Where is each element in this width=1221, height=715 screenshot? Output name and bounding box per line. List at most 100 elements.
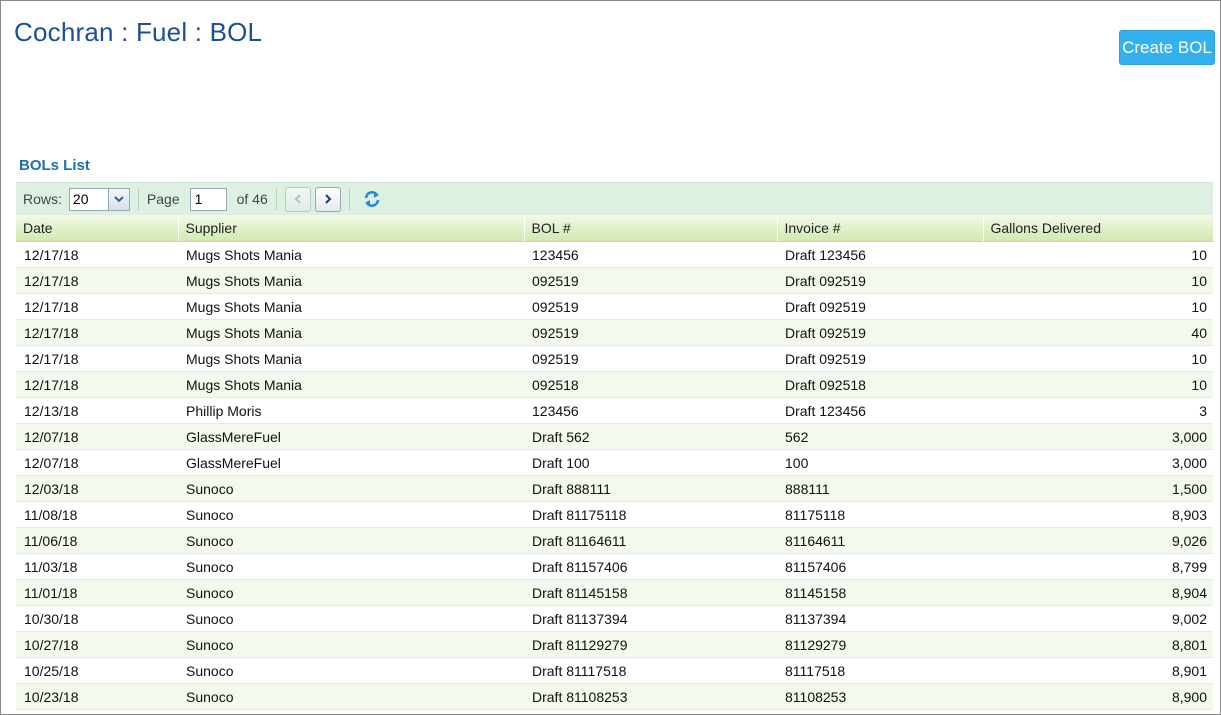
cell-invoice: Draft 092518 bbox=[777, 371, 983, 398]
column-header-invoice[interactable]: Invoice # bbox=[777, 215, 984, 242]
cell-invoice: Draft 123456 bbox=[777, 397, 983, 424]
cell-invoice: Draft 092519 bbox=[777, 319, 983, 346]
cell-invoice: 562 bbox=[777, 423, 983, 450]
create-bol-button[interactable]: Create BOL bbox=[1119, 30, 1215, 65]
cell-gallons: 10 bbox=[983, 371, 1213, 398]
rows-select[interactable]: 20 bbox=[68, 187, 130, 211]
column-header-date[interactable]: Date bbox=[16, 215, 179, 242]
table-row[interactable]: 12/13/18 Phillip Moris 123456 Draft 123456 3 bbox=[16, 397, 1213, 424]
cell-invoice: Draft 092519 bbox=[777, 345, 983, 372]
table-row[interactable]: 10/25/18 Sunoco Draft 81117518 81117518 8,90… bbox=[16, 657, 1213, 684]
cell-gallons: 10 bbox=[983, 293, 1213, 320]
page-count: of 46 bbox=[236, 191, 268, 207]
cell-bol: Draft 81164611 bbox=[524, 527, 777, 554]
cell-date: 12/07/18 bbox=[16, 449, 178, 476]
table-row[interactable]: 11/06/18 Sunoco Draft 81164611 81164611 9,02… bbox=[16, 527, 1213, 554]
chevron-down-icon[interactable] bbox=[107, 188, 129, 210]
cell-date: 12/17/18 bbox=[16, 267, 178, 294]
cell-invoice: 81108253 bbox=[777, 683, 983, 710]
table-row[interactable]: 11/01/18 Sunoco Draft 81145158 81145158 8,90… bbox=[16, 579, 1213, 606]
cell-bol: Draft 81129279 bbox=[524, 631, 777, 658]
cell-supplier: Sunoco bbox=[178, 475, 524, 502]
table-row[interactable]: 12/17/18 Mugs Shots Mania 092519 Draft 0925… bbox=[16, 345, 1213, 372]
table-row[interactable]: 10/23/18 Sunoco Draft 81108253 81108253 8,90… bbox=[16, 683, 1213, 710]
table-row[interactable]: 12/03/18 Sunoco Draft 888111 888111 1,500 bbox=[16, 475, 1213, 502]
cell-invoice: 81137394 bbox=[777, 605, 983, 632]
page-label: Page bbox=[146, 191, 180, 207]
table-row[interactable]: 12/07/18 GlassMereFuel Draft 562 562 3,000 bbox=[16, 423, 1213, 450]
cell-supplier: Mugs Shots Mania bbox=[178, 241, 524, 268]
next-page-button[interactable] bbox=[314, 186, 341, 212]
cell-supplier: Mugs Shots Mania bbox=[178, 293, 524, 320]
cell-date: 12/17/18 bbox=[16, 293, 178, 320]
cell-invoice: Draft 092519 bbox=[777, 293, 983, 320]
cell-gallons: 10 bbox=[983, 345, 1213, 372]
cell-supplier: GlassMereFuel bbox=[178, 449, 524, 476]
table-row[interactable]: 12/17/18 Mugs Shots Mania 123456 Draft 1234… bbox=[16, 241, 1213, 268]
cell-supplier: GlassMereFuel bbox=[178, 423, 524, 450]
cell-bol: Draft 81175118 bbox=[524, 501, 777, 528]
cell-date: 11/03/18 bbox=[16, 553, 178, 580]
cell-date: 12/17/18 bbox=[16, 345, 178, 372]
cell-supplier: Sunoco bbox=[178, 501, 524, 528]
cell-bol: 092518 bbox=[524, 371, 777, 398]
cell-bol: 092519 bbox=[524, 345, 777, 372]
cell-gallons: 40 bbox=[983, 319, 1213, 346]
table-row[interactable]: 12/17/18 Mugs Shots Mania 092518 Draft 0925… bbox=[16, 371, 1213, 398]
cell-date: 12/17/18 bbox=[16, 241, 178, 268]
cell-date: 10/25/18 bbox=[16, 657, 178, 684]
bol-table: Date Supplier BOL # Invoice # Gallons De… bbox=[16, 215, 1214, 710]
cell-date: 12/07/18 bbox=[16, 423, 178, 450]
cell-gallons: 8,904 bbox=[983, 579, 1213, 606]
column-header-gallons[interactable]: Gallons Delivered bbox=[983, 215, 1214, 242]
cell-gallons: 8,801 bbox=[983, 631, 1213, 658]
table-row[interactable]: 10/27/18 Sunoco Draft 81129279 81129279 8,80… bbox=[16, 631, 1213, 658]
cell-gallons: 8,900 bbox=[983, 683, 1213, 710]
cell-gallons: 10 bbox=[983, 241, 1213, 268]
cell-invoice: 81145158 bbox=[777, 579, 983, 606]
cell-supplier: Sunoco bbox=[178, 527, 524, 554]
cell-date: 12/17/18 bbox=[16, 319, 178, 346]
cell-gallons: 8,799 bbox=[983, 553, 1213, 580]
cell-bol: Draft 81117518 bbox=[524, 657, 777, 684]
cell-gallons: 3,000 bbox=[983, 449, 1213, 476]
cell-supplier: Sunoco bbox=[178, 657, 524, 684]
cell-supplier: Sunoco bbox=[178, 553, 524, 580]
chevron-right-icon bbox=[325, 194, 332, 204]
table-row[interactable]: 12/17/18 Mugs Shots Mania 092519 Draft 0925… bbox=[16, 267, 1213, 294]
toolbar-separator bbox=[275, 188, 277, 210]
table-row[interactable]: 12/17/18 Mugs Shots Mania 092519 Draft 0925… bbox=[16, 293, 1213, 320]
refresh-icon[interactable] bbox=[360, 187, 384, 211]
cell-invoice: 81129279 bbox=[777, 631, 983, 658]
cell-gallons: 1,500 bbox=[983, 475, 1213, 502]
cell-gallons: 3 bbox=[983, 397, 1213, 424]
table-row[interactable]: 11/03/18 Sunoco Draft 81157406 81157406 8,79… bbox=[16, 553, 1213, 580]
list-title: BOLs List bbox=[19, 157, 90, 174]
cell-supplier: Phillip Moris bbox=[178, 397, 524, 424]
cell-date: 11/06/18 bbox=[16, 527, 178, 554]
cell-supplier: Sunoco bbox=[178, 605, 524, 632]
chevron-left-icon bbox=[294, 194, 301, 204]
cell-invoice: Draft 123456 bbox=[777, 241, 983, 268]
page-number-input[interactable] bbox=[189, 187, 227, 211]
cell-gallons: 8,901 bbox=[983, 657, 1213, 684]
toolbar-separator bbox=[137, 188, 139, 210]
cell-supplier: Mugs Shots Mania bbox=[178, 345, 524, 372]
cell-gallons: 10 bbox=[983, 267, 1213, 294]
rows-label: Rows: bbox=[23, 191, 62, 207]
cell-date: 10/27/18 bbox=[16, 631, 178, 658]
cell-bol: Draft 100 bbox=[524, 449, 777, 476]
cell-date: 10/30/18 bbox=[16, 605, 178, 632]
column-header-bol[interactable]: BOL # bbox=[524, 215, 778, 242]
cell-supplier: Sunoco bbox=[178, 683, 524, 710]
table-row[interactable]: 12/17/18 Mugs Shots Mania 092519 Draft 0925… bbox=[16, 319, 1213, 346]
page-title: Cochran : Fuel : BOL bbox=[14, 17, 263, 47]
table-row[interactable]: 12/07/18 GlassMereFuel Draft 100 100 3,000 bbox=[16, 449, 1213, 476]
cell-invoice: 81117518 bbox=[777, 657, 983, 684]
column-header-supplier[interactable]: Supplier bbox=[178, 215, 525, 242]
previous-page-button[interactable] bbox=[284, 186, 311, 212]
cell-bol: Draft 81137394 bbox=[524, 605, 777, 632]
cell-date: 10/23/18 bbox=[16, 683, 178, 710]
table-row[interactable]: 10/30/18 Sunoco Draft 81137394 81137394 9,00… bbox=[16, 605, 1213, 632]
table-row[interactable]: 11/08/18 Sunoco Draft 81175118 81175118 8,90… bbox=[16, 501, 1213, 528]
